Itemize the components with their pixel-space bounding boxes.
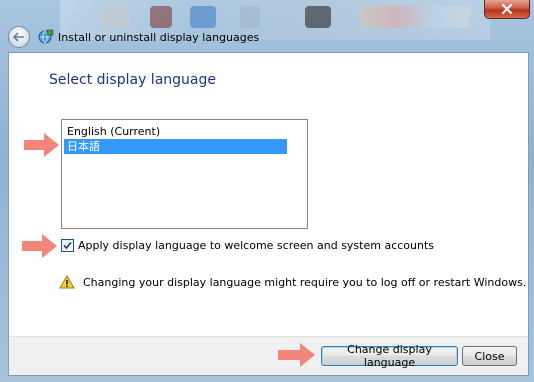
- back-button[interactable]: [8, 26, 30, 48]
- language-listbox[interactable]: English (Current) 日本語: [61, 119, 308, 229]
- blurred-thumbnail: [240, 6, 260, 28]
- apply-welcome-screen-option[interactable]: Apply display language to welcome screen…: [61, 239, 434, 252]
- warning-text: Changing your display language might req…: [83, 275, 527, 289]
- restart-warning: Changing your display language might req…: [59, 275, 526, 289]
- breadcrumb: Install or uninstall display languages: [58, 30, 260, 44]
- address-bar: Install or uninstall display languages: [8, 26, 528, 48]
- blurred-thumbnail: [100, 6, 130, 28]
- blurred-thumbnail: [360, 6, 470, 28]
- list-item-japanese[interactable]: 日本語: [64, 139, 287, 154]
- apply-checkbox[interactable]: [61, 239, 74, 252]
- apply-checkbox-label: Apply display language to welcome screen…: [78, 239, 435, 252]
- annotation-arrow-icon: [24, 133, 59, 157]
- blurred-thumbnail: [305, 6, 331, 28]
- list-item-english[interactable]: English (Current): [64, 124, 287, 139]
- annotation-arrow-icon: [22, 234, 57, 258]
- page-title: Select display language: [49, 72, 216, 88]
- change-display-language-button[interactable]: Change display language: [321, 343, 458, 369]
- window-close-button[interactable]: [484, 0, 530, 19]
- dialog-content: Select display language English (Current…: [8, 52, 529, 376]
- blurred-thumbnail: [150, 6, 172, 28]
- warning-icon: [59, 275, 75, 289]
- dialog-footer: Change display language Close: [9, 336, 528, 375]
- window-frame: Install or uninstall display languages S…: [0, 0, 534, 382]
- language-globe-icon: [38, 29, 54, 44]
- blurred-thumbnail: [190, 6, 216, 28]
- checkmark-icon: [63, 241, 72, 250]
- close-icon: [501, 4, 513, 14]
- back-arrow-icon: [13, 32, 24, 42]
- close-button[interactable]: Close: [462, 346, 517, 366]
- annotation-arrow-icon: [278, 343, 315, 367]
